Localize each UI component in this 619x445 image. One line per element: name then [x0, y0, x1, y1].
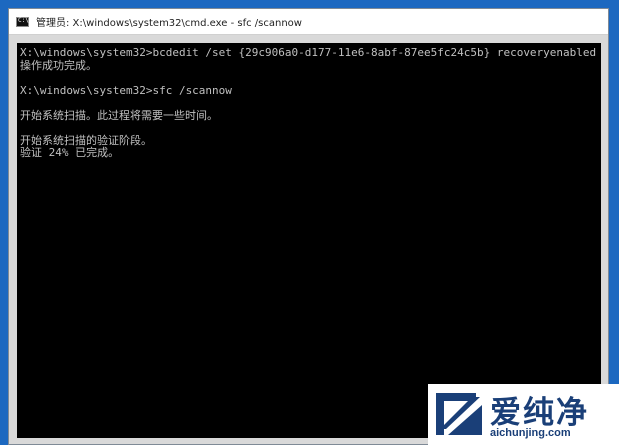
console-line: X:\windows\system32>bcdedit /set {29c906…: [20, 46, 601, 59]
console-line: X:\windows\system32>sfc /scannow: [20, 83, 232, 97]
cmd-icon[interactable]: [16, 16, 29, 27]
watermark: 爱纯净 aichunjing.com: [428, 384, 619, 445]
window-title: 管理员: X:\windows\system32\cmd.exe - sfc /…: [36, 18, 302, 29]
watermark-url: aichunjing.com: [490, 427, 571, 439]
console-line: 验证 24% 已完成。: [20, 146, 120, 159]
cmd-window: 管理员: X:\windows\system32\cmd.exe - sfc /…: [8, 8, 609, 445]
console-output[interactable]: X:\windows\system32>bcdedit /set {29c906…: [17, 43, 601, 438]
watermark-name: 爱纯净: [490, 395, 589, 431]
console-line: 开始系统扫描。此过程将需要一些时间。: [20, 108, 218, 122]
watermark-logo-icon: [436, 393, 482, 435]
console-line: 操作成功完成。: [20, 58, 97, 72]
title-bar[interactable]: 管理员: X:\windows\system32\cmd.exe - sfc /…: [9, 9, 608, 35]
